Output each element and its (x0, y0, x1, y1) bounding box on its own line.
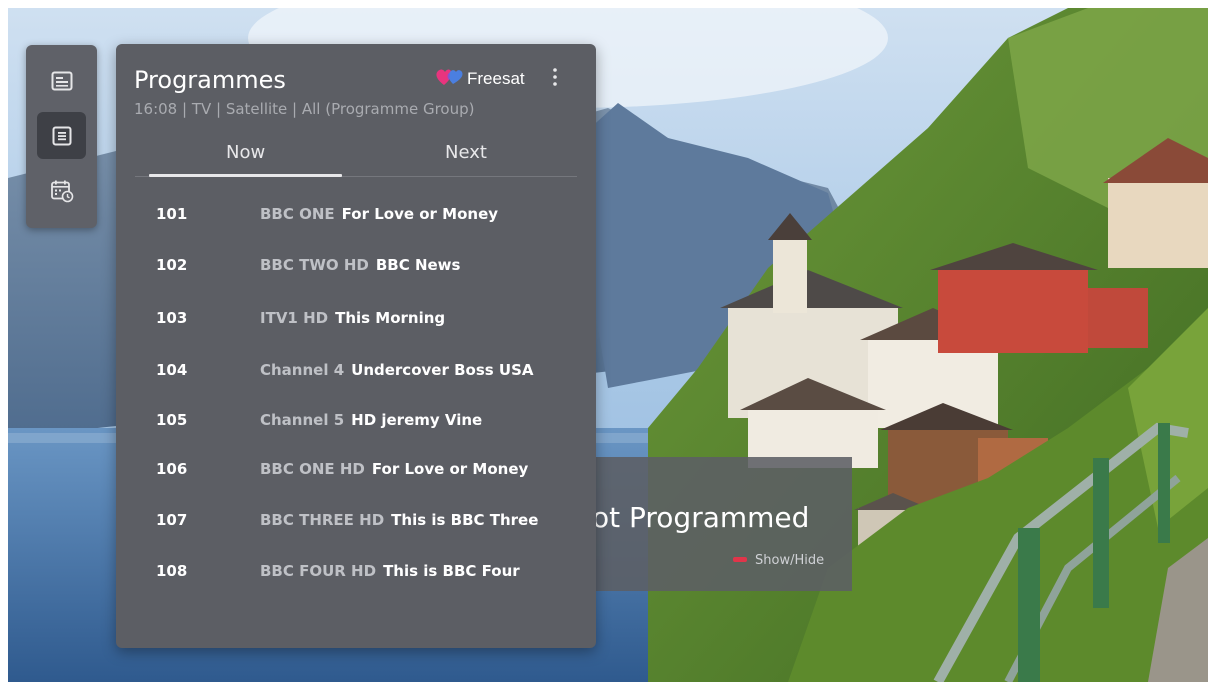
channel-number: 104 (156, 361, 188, 379)
schedule-calendar-icon (50, 179, 74, 203)
notice-text: ot Programmed (592, 501, 810, 534)
programme-title: HD jeremy Vine (351, 411, 483, 429)
programmes-panel: Programmes 16:08 | TV | Satellite | All … (116, 44, 596, 648)
channel-name: ITV1 HD (260, 309, 329, 327)
not-programmed-notice: ot Programmed Show/Hide (560, 457, 852, 591)
channel-name: BBC FOUR HD (260, 562, 377, 580)
channel-name: BBC ONE HD (260, 460, 365, 478)
schedule-button[interactable] (37, 167, 86, 214)
programme-title: For Love or Money (341, 205, 499, 223)
channel-row-108[interactable]: 108 BBC FOUR HD This is BBC Four (116, 551, 596, 591)
channel-name: Channel 5 (260, 411, 345, 429)
channel-row-105[interactable]: 105 Channel 5 HD jeremy Vine (116, 400, 596, 440)
channel-number: 108 (156, 562, 188, 580)
channel-row-106[interactable]: 106 BBC ONE HD For Love or Money (116, 449, 596, 489)
freesat-logo: Freesat (434, 68, 525, 90)
tab-now-indicator (149, 174, 342, 177)
programme-title: This is BBC Three (391, 511, 539, 529)
side-rail (26, 45, 97, 228)
page-title: Programmes (134, 66, 286, 94)
red-key-icon (733, 557, 747, 562)
tab-now[interactable]: Now (226, 142, 265, 163)
channel-row-107[interactable]: 107 BBC THREE HD This is BBC Three (116, 500, 596, 540)
programme-title: BBC News (375, 256, 461, 274)
channel-name: BBC ONE (260, 205, 335, 223)
tv-guide-button[interactable] (37, 57, 86, 104)
channel-row-102[interactable]: 102 BBC TWO HD BBC News (116, 245, 596, 285)
channel-name: BBC THREE HD (260, 511, 385, 529)
more-vertical-icon (552, 67, 558, 91)
programme-title: For Love or Money (371, 460, 529, 478)
channel-row-103[interactable]: 103 ITV1 HD This Morning (116, 298, 596, 338)
channel-number: 102 (156, 256, 188, 274)
programme-title: This is BBC Four (383, 562, 520, 580)
freesat-brand-text: Freesat (467, 69, 525, 88)
programme-title: Undercover Boss USA (351, 361, 534, 379)
channel-number: 101 (156, 205, 188, 223)
channel-list-icon (52, 126, 72, 146)
channel-number: 106 (156, 460, 188, 478)
tab-next[interactable]: Next (445, 142, 487, 163)
channel-number: 105 (156, 411, 188, 429)
freesat-heart-icon (434, 67, 464, 91)
panel-subtitle: 16:08 | TV | Satellite | All (Programme … (134, 100, 475, 118)
channel-row-104[interactable]: 104 Channel 4 Undercover Boss USA (116, 350, 596, 390)
channel-name: Channel 4 (260, 361, 345, 379)
channel-number: 103 (156, 309, 188, 327)
more-options-button[interactable] (544, 66, 566, 92)
channel-number: 107 (156, 511, 188, 529)
channel-name: BBC TWO HD (260, 256, 369, 274)
show-hide-hint: Show/Hide (755, 553, 825, 568)
channel-list-button[interactable] (37, 112, 86, 159)
programme-title: This Morning (335, 309, 446, 327)
tv-guide-icon (51, 71, 73, 91)
channel-row-101[interactable]: 101 BBC ONE For Love or Money (116, 194, 596, 234)
